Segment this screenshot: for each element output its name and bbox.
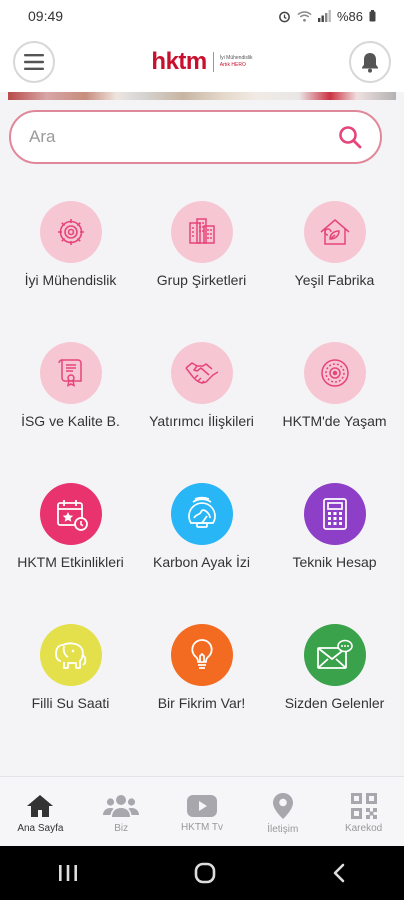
tile-label: HKTM Etkinlikleri	[17, 554, 124, 570]
certificate-icon	[39, 342, 102, 404]
calendar-star-icon	[39, 483, 102, 545]
qr-code-icon	[350, 793, 377, 819]
battery-percent: %86	[336, 8, 363, 24]
buildings-icon	[170, 201, 233, 263]
tile-label: Yeşil Fabrika	[294, 272, 375, 288]
tile-label: Sizden Gelenler	[284, 695, 385, 711]
nav-karekod[interactable]: Karekod	[324, 793, 404, 834]
location-pin-icon	[272, 793, 293, 819]
tile-label: İyi Mühendislik	[24, 272, 117, 288]
tile-label: Filli Su Saati	[31, 695, 110, 711]
bottom-navigation: Ana Sayfa Biz HKTM Tv İletişim Karekod	[0, 776, 404, 846]
tile-hktm-etkinlikleri[interactable]: HKTM Etkinlikleri	[3, 483, 138, 570]
tile-yesil-fabrika[interactable]: Yeşil Fabrika	[267, 201, 402, 288]
envelope-chat-icon	[303, 624, 366, 686]
tile-sizden-gelenler[interactable]: Sizden Gelenler	[267, 624, 402, 711]
target-icon	[303, 342, 366, 404]
logo-divider	[212, 52, 214, 72]
home-icon	[27, 795, 54, 817]
menu-button[interactable]	[13, 41, 55, 83]
system-navigation-bar	[0, 846, 404, 900]
eco-factory-icon	[303, 201, 366, 263]
recent-apps-icon[interactable]	[58, 864, 78, 882]
nav-label: Biz	[114, 823, 129, 834]
nav-biz[interactable]: Biz	[81, 793, 161, 834]
back-icon[interactable]	[332, 863, 346, 883]
group-icon	[103, 795, 140, 817]
banner-image-strip[interactable]	[8, 92, 396, 100]
gear-icon	[39, 201, 102, 263]
battery-icon	[369, 10, 376, 22]
search-input[interactable]: Ara	[9, 110, 382, 164]
tile-karbon-ayak-izi[interactable]: Karbon Ayak İzi	[134, 483, 269, 570]
tile-label: HKTM'de Yaşam	[282, 413, 387, 429]
elephant-icon	[39, 624, 102, 686]
lightbulb-icon	[170, 624, 233, 686]
nav-hktm-tv[interactable]: HKTM Tv	[162, 794, 242, 833]
notifications-button[interactable]	[348, 41, 391, 83]
search-placeholder: Ara	[29, 127, 56, 146]
status-icons: %86	[278, 9, 376, 24]
home-button-icon[interactable]	[194, 862, 216, 884]
tile-yatirimci-iliskileri[interactable]: Yatırımcı İlişkileri	[134, 342, 269, 429]
logo-wordmark: hktm	[151, 48, 207, 75]
tile-label: Karbon Ayak İzi	[152, 554, 251, 570]
tile-isg-kalite[interactable]: İSG ve Kalite B.	[3, 342, 138, 429]
tile-iyi-muhendislik[interactable]: İyi Mühendislik	[3, 201, 138, 288]
globe-gauge-icon	[170, 483, 233, 545]
hktm-logo: hktm İyi Mühendislik Artık HERO	[151, 48, 252, 76]
hamburger-icon	[24, 54, 44, 70]
status-bar: 09:49 %86	[0, 0, 404, 32]
tile-grup-sirketleri[interactable]: Grup Şirketleri	[134, 201, 269, 288]
signal-icon	[317, 10, 331, 22]
search-icon[interactable]	[338, 125, 362, 149]
nav-iletisim[interactable]: İletişim	[243, 792, 323, 835]
tile-filli-su-saati[interactable]: Filli Su Saati	[3, 624, 138, 711]
app-header: hktm İyi Mühendislik Artık HERO	[0, 32, 404, 92]
play-icon	[186, 795, 217, 817]
tile-label: Teknik Hesap	[292, 554, 377, 570]
wifi-icon	[297, 10, 312, 22]
tile-label: Bir Fikrim Var!	[157, 695, 246, 711]
nav-label: HKTM Tv	[180, 822, 223, 833]
nav-label: Karekod	[344, 823, 383, 834]
status-time: 09:49	[28, 8, 64, 24]
nav-label: İletişim	[267, 824, 299, 835]
tile-label: İSG ve Kalite B.	[21, 413, 120, 429]
alarm-icon	[279, 11, 290, 22]
tile-bir-fikrim-var[interactable]: Bir Fikrim Var!	[134, 624, 269, 711]
tile-teknik-hesap[interactable]: Teknik Hesap	[267, 483, 402, 570]
bell-icon	[361, 53, 378, 73]
handshake-icon	[170, 342, 233, 404]
calculator-icon	[303, 483, 366, 545]
nav-label: Ana Sayfa	[17, 823, 64, 834]
tile-hktmde-yasam[interactable]: HKTM'de Yaşam	[267, 342, 402, 429]
tile-label: Yatırımcı İlişkileri	[149, 413, 254, 429]
tile-label: Grup Şirketleri	[156, 272, 247, 288]
logo-subtitle: İyi Mühendislik Artık HERO	[219, 55, 253, 68]
nav-ana-sayfa[interactable]: Ana Sayfa	[0, 793, 80, 834]
